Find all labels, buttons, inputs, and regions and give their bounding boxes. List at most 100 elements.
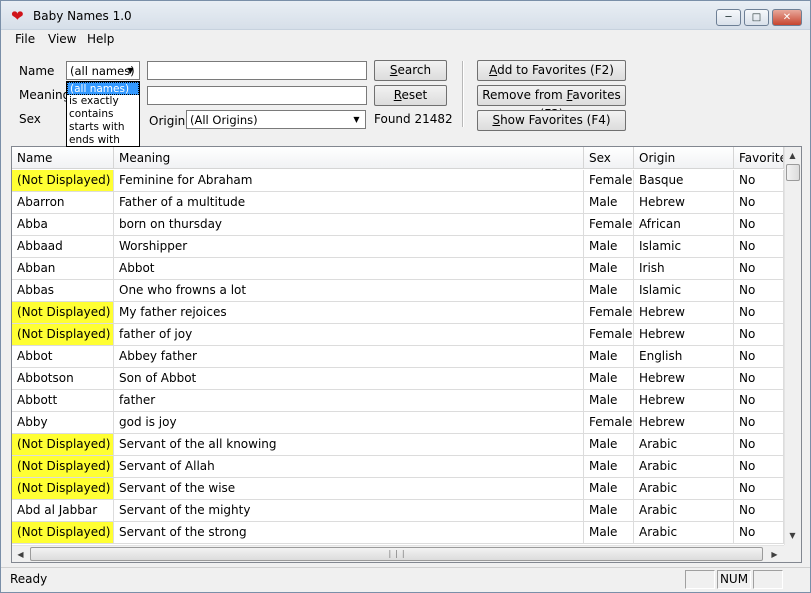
reset-button[interactable]: Reset — [374, 85, 447, 106]
sex-label: Sex — [19, 112, 41, 126]
dropdown-option[interactable]: ends with — [67, 134, 139, 147]
cell-favorite: No — [734, 258, 784, 279]
table-row[interactable]: Abbaad Worshipper Male Islamic No — [12, 236, 784, 258]
status-bar: Ready NUM — [1, 567, 810, 592]
cell-favorite: No — [734, 280, 784, 301]
cell-sex: Male — [584, 236, 634, 257]
scroll-down-icon[interactable]: ▼ — [785, 528, 800, 543]
scroll-left-icon[interactable]: ◀ — [13, 547, 28, 562]
add-to-favorites-button[interactable]: Add to Favorites (F2) — [477, 60, 626, 81]
heart-icon: ❤ — [11, 7, 24, 25]
cell-origin: Arabic — [634, 478, 734, 499]
table-row[interactable]: (Not Displayed) My father rejoices Female H… — [12, 302, 784, 324]
table-row[interactable]: Abd al Jabbar Servant of the mighty Male Ar… — [12, 500, 784, 522]
cell-origin: Islamic — [634, 236, 734, 257]
cell-name: Abarron — [12, 192, 114, 213]
table-row[interactable]: (Not Displayed) Servant of the wise Male Ar… — [12, 478, 784, 500]
cell-name: Abba — [12, 214, 114, 235]
cell-origin: Basque — [634, 170, 734, 191]
cell-sex: Male — [584, 478, 634, 499]
table-row[interactable]: Abba born on thursday Female African No — [12, 214, 784, 236]
cell-name: (Not Displayed) — [12, 522, 114, 543]
cell-origin: Islamic — [634, 280, 734, 301]
cell-meaning: My father rejoices — [114, 302, 584, 323]
dropdown-option[interactable]: starts with — [67, 121, 139, 134]
cell-origin: Arabic — [634, 522, 734, 543]
name-mode-select[interactable]: (all names) ▼ — [66, 61, 140, 80]
table-row[interactable]: Abbotson Son of Abbot Male Hebrew No — [12, 368, 784, 390]
scroll-up-icon[interactable]: ▲ — [785, 148, 800, 163]
cell-origin: Hebrew — [634, 192, 734, 213]
close-button[interactable]: ✕ — [772, 9, 802, 26]
table-row[interactable]: (Not Displayed) Feminine for Abraham Femal… — [12, 170, 784, 192]
show-favorites-button[interactable]: Show Favorites (F4) — [477, 110, 626, 131]
column-header-favorite[interactable]: Favorite — [734, 147, 784, 169]
dropdown-arrow-icon: ▼ — [127, 66, 134, 75]
cell-sex: Male — [584, 434, 634, 455]
cell-sex: Male — [584, 258, 634, 279]
table-row[interactable]: Abban Abbot Male Irish No — [12, 258, 784, 280]
scroll-right-icon[interactable]: ▶ — [767, 547, 782, 562]
table-row[interactable]: Abarron Father of a multitude Male Hebrew No — [12, 192, 784, 214]
cell-favorite: No — [734, 236, 784, 257]
table-row[interactable]: Abbas One who frowns a lot Male Islamic No — [12, 280, 784, 302]
menu-file[interactable]: File — [15, 32, 35, 46]
names-grid: Name Meaning Sex Origin Favorite (Not Di… — [11, 146, 802, 563]
status-panel-scroll — [753, 570, 783, 589]
cell-favorite: No — [734, 500, 784, 521]
column-header-origin[interactable]: Origin — [634, 147, 734, 169]
origin-select[interactable]: (All Origins) ▼ — [186, 110, 366, 129]
maximize-button[interactable]: □ — [744, 9, 769, 26]
cell-origin: English — [634, 346, 734, 367]
search-button[interactable]: Search — [374, 60, 447, 81]
horizontal-scroll-thumb[interactable]: ❘❘❘ — [30, 547, 763, 561]
cell-sex: Male — [584, 280, 634, 301]
cell-favorite: No — [734, 368, 784, 389]
column-header-sex[interactable]: Sex — [584, 147, 634, 169]
horizontal-scrollbar[interactable]: ◀ ❘❘❘ ▶ — [12, 545, 784, 562]
cell-origin: Arabic — [634, 500, 734, 521]
cell-meaning: Worshipper — [114, 236, 584, 257]
cell-name: (Not Displayed) — [12, 170, 114, 191]
grid-header: Name Meaning Sex Origin Favorite — [12, 147, 784, 169]
cell-meaning: Abbot — [114, 258, 584, 279]
dropdown-option[interactable]: is exactly — [67, 95, 139, 108]
vertical-scroll-thumb[interactable] — [786, 164, 800, 181]
table-row[interactable]: Abby god is joy Female Hebrew No — [12, 412, 784, 434]
cell-origin: Hebrew — [634, 412, 734, 433]
cell-name: (Not Displayed) — [12, 434, 114, 455]
cell-sex: Male — [584, 390, 634, 411]
cell-origin: Hebrew — [634, 368, 734, 389]
cell-sex: Male — [584, 522, 634, 543]
table-row[interactable]: (Not Displayed) Servant of Allah Male Arabi… — [12, 456, 784, 478]
table-row[interactable]: Abbot Abbey father Male English No — [12, 346, 784, 368]
column-header-name[interactable]: Name — [12, 147, 114, 169]
cell-origin: Arabic — [634, 456, 734, 477]
title-bar[interactable]: ❤ Baby Names 1.0 ─ □ ✕ — [1, 1, 810, 30]
name-input[interactable] — [147, 61, 367, 80]
status-panel-caps — [685, 570, 715, 589]
menu-view[interactable]: View — [48, 32, 76, 46]
table-row[interactable]: Abbott father Male Hebrew No — [12, 390, 784, 412]
menu-help[interactable]: Help — [87, 32, 114, 46]
cell-sex: Male — [584, 346, 634, 367]
remove-from-favorites-button[interactable]: Remove from Favorites (F3) — [477, 85, 626, 121]
vertical-scrollbar[interactable]: ▲ ▼ — [784, 147, 801, 545]
table-row[interactable]: (Not Displayed) Servant of the all knowin… — [12, 434, 784, 456]
status-text: Ready — [10, 572, 48, 586]
cell-origin: Hebrew — [634, 302, 734, 323]
cell-meaning: One who frowns a lot — [114, 280, 584, 301]
meaning-input[interactable] — [147, 86, 367, 105]
cell-meaning: Servant of the strong — [114, 522, 584, 543]
scrollbar-corner — [784, 545, 801, 562]
cell-meaning: father of joy — [114, 324, 584, 345]
cell-favorite: No — [734, 412, 784, 433]
dropdown-option[interactable]: (all names) — [67, 82, 139, 95]
minimize-button[interactable]: ─ — [716, 9, 741, 26]
table-row[interactable]: (Not Displayed) father of joy Female Hebrew… — [12, 324, 784, 346]
dropdown-option[interactable]: contains — [67, 108, 139, 121]
cell-meaning: Servant of the all knowing — [114, 434, 584, 455]
table-row[interactable]: (Not Displayed) Servant of the strong Male… — [12, 522, 784, 544]
column-header-meaning[interactable]: Meaning — [114, 147, 584, 169]
cell-favorite: No — [734, 522, 784, 543]
